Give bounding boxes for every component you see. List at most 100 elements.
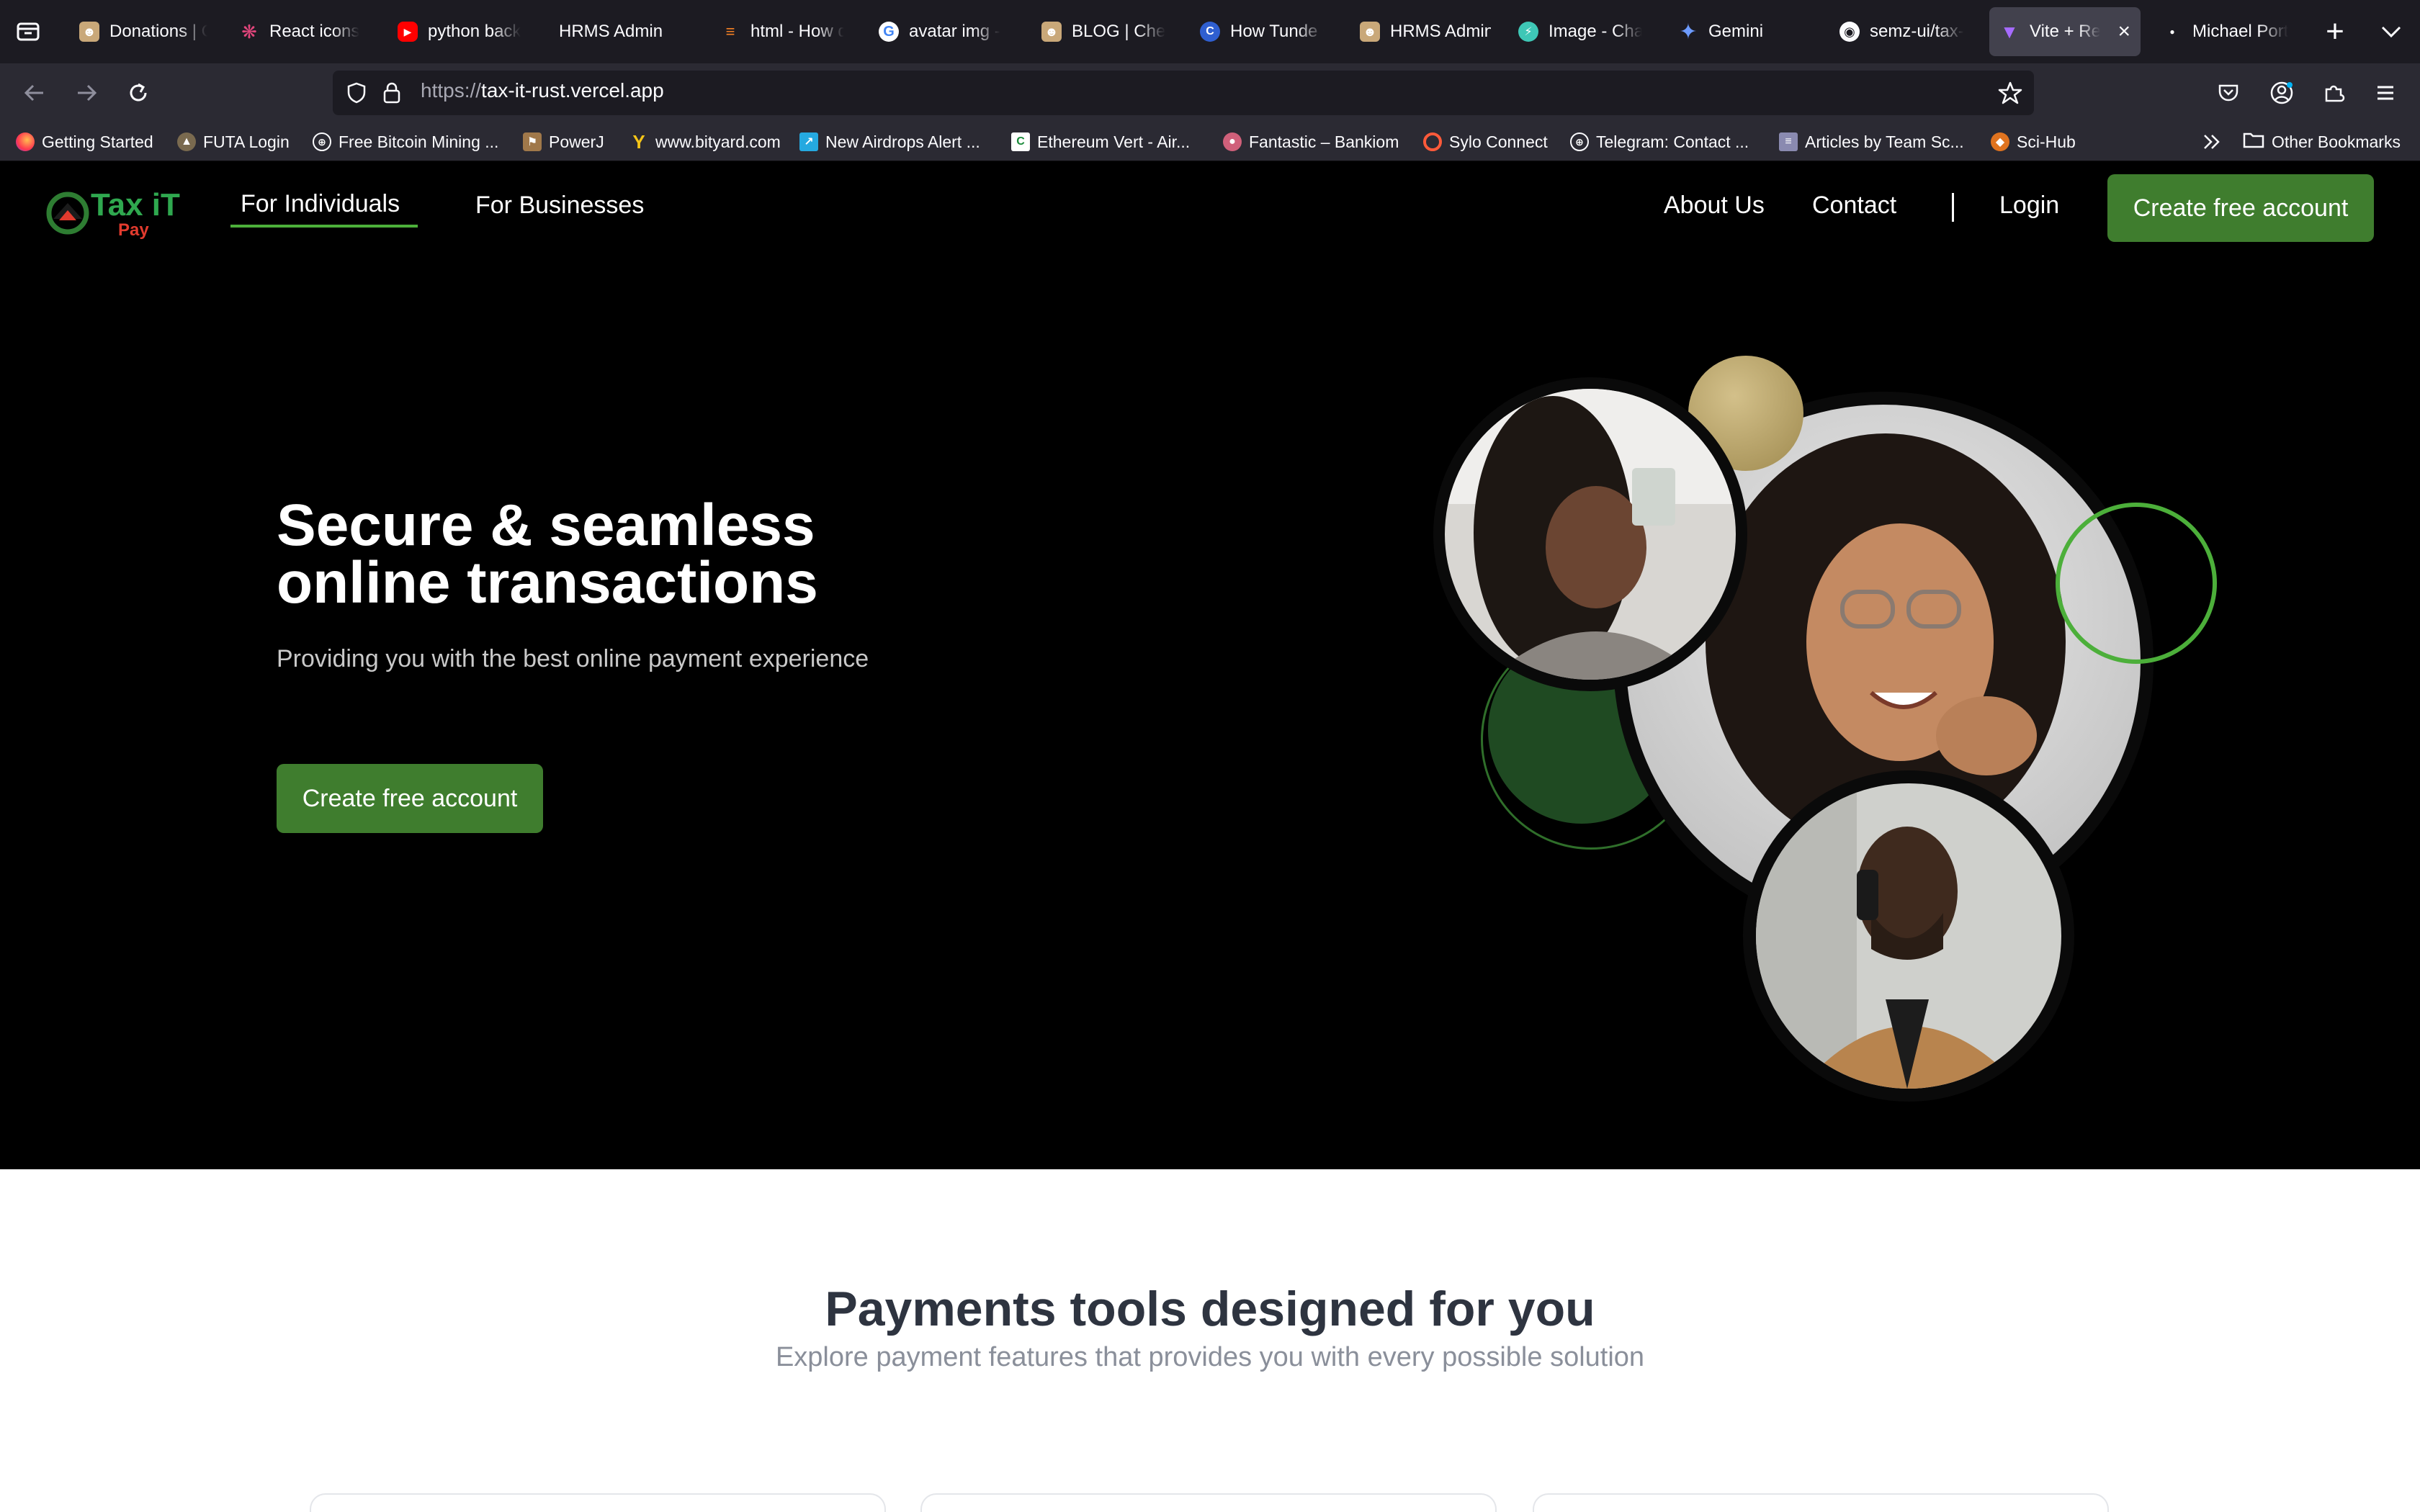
other-bookmarks[interactable]: Other Bookmarks <box>2243 131 2401 153</box>
portrait-icon: ☻ <box>79 22 99 42</box>
hero-subtitle: Providing you with the best online payme… <box>277 645 869 672</box>
page-viewport: Tax iT Pay For Individuals For Businesse… <box>0 161 2420 1512</box>
tab-gemini[interactable]: ✦ Gemini <box>1668 7 1812 56</box>
lock-icon[interactable] <box>380 81 403 105</box>
nav-for-individuals[interactable]: For Individuals <box>241 190 400 218</box>
bookmark-fantastic-bankiom[interactable]: ● Fantastic – Bankiom <box>1223 131 1399 153</box>
hero-title: Secure & seamless online transactions <box>277 492 1141 616</box>
globe-icon: ⊕ <box>313 132 331 151</box>
hero-create-account-button[interactable]: Create free account <box>277 764 543 833</box>
close-tab-icon[interactable]: × <box>2118 19 2130 44</box>
bookmarks-toolbar: Getting Started ▲ FUTA Login ⊕ Free Bitc… <box>0 122 2420 161</box>
tab-donations[interactable]: ☻ Donations | C <box>69 7 218 56</box>
url-host: tax-it-rust.vercel.app <box>481 79 664 102</box>
logo-subtext: Pay <box>118 220 149 240</box>
tab-semz-ui[interactable]: ◉ semz-ui/tax- <box>1829 7 1978 56</box>
nav-contact[interactable]: Contact <box>1812 192 1896 220</box>
logo-text: Tax iT <box>91 187 180 222</box>
firefox-icon <box>16 132 35 151</box>
tab-blog-ches[interactable]: ☻ BLOG | Ches <box>1031 7 1175 56</box>
folder-icon <box>2243 130 2264 153</box>
tab-vite-react[interactable]: ▼ Vite + Rea × <box>1989 7 2141 56</box>
bookmark-getting-started[interactable]: Getting Started <box>16 131 153 153</box>
tab-react-icons[interactable]: ❋ React icons <box>229 7 370 56</box>
bookmark-powerj[interactable]: ⚑ PowerJ <box>523 131 604 153</box>
hero-image-collage <box>1433 356 2240 1112</box>
features-subtitle: Explore payment features that provides y… <box>775 1342 1645 1372</box>
dot-icon: ● <box>2169 27 2175 37</box>
portrait-icon: ☻ <box>1360 22 1380 42</box>
chevron-double-right-icon[interactable] <box>2200 130 2224 154</box>
portrait-icon: ☻ <box>1041 22 1062 42</box>
forward-arrow-icon[interactable] <box>69 76 104 110</box>
url-text[interactable]: https://tax-it-rust.vercel.app <box>421 79 664 102</box>
site-logo[interactable]: Tax iT Pay <box>46 187 190 242</box>
tab-python-back[interactable]: ▶ python back <box>387 7 532 56</box>
globe-icon: ⊕ <box>1570 132 1589 151</box>
bookmark-star-icon[interactable] <box>1998 81 2022 105</box>
navigation-toolbar: https://tax-it-rust.vercel.app <box>0 63 2420 122</box>
features-title: Payments tools designed for you <box>825 1282 1595 1336</box>
tab-hrms-admin-2[interactable]: ☻ HRMS Admin <box>1350 7 1501 56</box>
account-icon[interactable] <box>2264 76 2299 110</box>
tab-hrms-admin[interactable]: HRMS Admin <box>549 7 693 56</box>
gemini-icon: ✦ <box>1679 19 1698 44</box>
feature-card[interactable] <box>920 1493 1497 1512</box>
stackoverflow-icon: ≡ <box>725 22 735 40</box>
tag-icon: ⚑ <box>523 132 542 151</box>
bookmark-ethereum-vert[interactable]: C Ethereum Vert - Air... <box>1011 131 1190 153</box>
bookmark-futa-login[interactable]: ▲ FUTA Login <box>177 131 290 153</box>
ring-icon <box>1423 132 1442 151</box>
youtube-icon: ▶ <box>398 22 418 42</box>
logo-mark-icon <box>46 192 89 235</box>
blue-logo-icon: C <box>1200 22 1220 42</box>
c-icon: C <box>1011 132 1030 151</box>
header-create-account-button[interactable]: Create free account <box>2107 174 2374 242</box>
menu-hamburger-icon[interactable] <box>2368 76 2403 110</box>
url-scheme: https:// <box>421 79 482 102</box>
chevron-down-icon[interactable] <box>2377 17 2406 46</box>
bookmark-articles-team[interactable]: ≡ Articles by Team Sc... <box>1779 131 1964 153</box>
bookmark-new-airdrops[interactable]: ↗ New Airdrops Alert ... <box>799 131 980 153</box>
tab-michael-port[interactable]: ● Michael Port <box>2152 7 2300 56</box>
chart-icon: ↗ <box>799 132 818 151</box>
bookmark-bityard[interactable]: Y www.bityard.com <box>629 131 781 153</box>
nav-for-businesses[interactable]: For Businesses <box>475 192 644 220</box>
vite-icon: ▼ <box>2000 20 2019 42</box>
react-icon: ❋ <box>241 20 257 42</box>
decor-ring-accent-green <box>2056 503 2217 664</box>
shield-icon[interactable] <box>344 81 369 105</box>
github-icon: ◉ <box>1839 22 1860 42</box>
crest-icon: ▲ <box>177 132 196 151</box>
tab-how-tunde[interactable]: C How Tunde C <box>1190 7 1334 56</box>
pocket-icon[interactable] <box>2211 76 2246 110</box>
tab-strip: ☻ Donations | C ❋ React icons ▶ python b… <box>0 0 2420 63</box>
address-bar[interactable]: https://tax-it-rust.vercel.app <box>333 71 2034 115</box>
feature-card[interactable] <box>310 1493 886 1512</box>
nav-about-us[interactable]: About Us <box>1664 192 1765 220</box>
bookmark-sci-hub[interactable]: ◆ Sci-Hub <box>1991 131 2076 153</box>
hero-title-line-2: online transactions <box>277 550 818 616</box>
hero-title-line-1: Secure & seamless <box>277 492 815 558</box>
nav-divider <box>1952 193 1954 222</box>
photo-woman-laptop <box>1433 377 1747 691</box>
new-tab-icon[interactable]: + <box>2321 14 2349 49</box>
reload-icon[interactable] <box>121 76 156 110</box>
extensions-icon[interactable] <box>2316 76 2351 110</box>
tab-list-icon[interactable] <box>16 20 40 42</box>
pill-icon: ● <box>1223 132 1242 151</box>
tab-html-how[interactable]: ≡ html - How d <box>710 7 854 56</box>
hero-section: Tax iT Pay For Individuals For Businesse… <box>0 161 2420 1169</box>
bookmark-free-bitcoin[interactable]: ⊕ Free Bitcoin Mining ... <box>313 131 498 153</box>
photo-man-phone <box>1743 770 2074 1102</box>
bookmark-telegram[interactable]: ⊕ Telegram: Contact ... <box>1570 131 1749 153</box>
tab-avatar-img[interactable]: G avatar img - <box>869 7 1013 56</box>
back-arrow-icon[interactable] <box>17 76 52 110</box>
feature-card[interactable] <box>1533 1493 2109 1512</box>
tab-image-chat[interactable]: ⚡ Image - Cha <box>1508 7 1652 56</box>
bookmark-sylo-connect[interactable]: Sylo Connect <box>1423 131 1548 153</box>
chat-bolt-icon: ⚡ <box>1518 22 1538 42</box>
nav-login[interactable]: Login <box>1999 192 2059 220</box>
y-icon: Y <box>632 130 645 153</box>
stairs-icon: ≡ <box>1779 132 1798 151</box>
